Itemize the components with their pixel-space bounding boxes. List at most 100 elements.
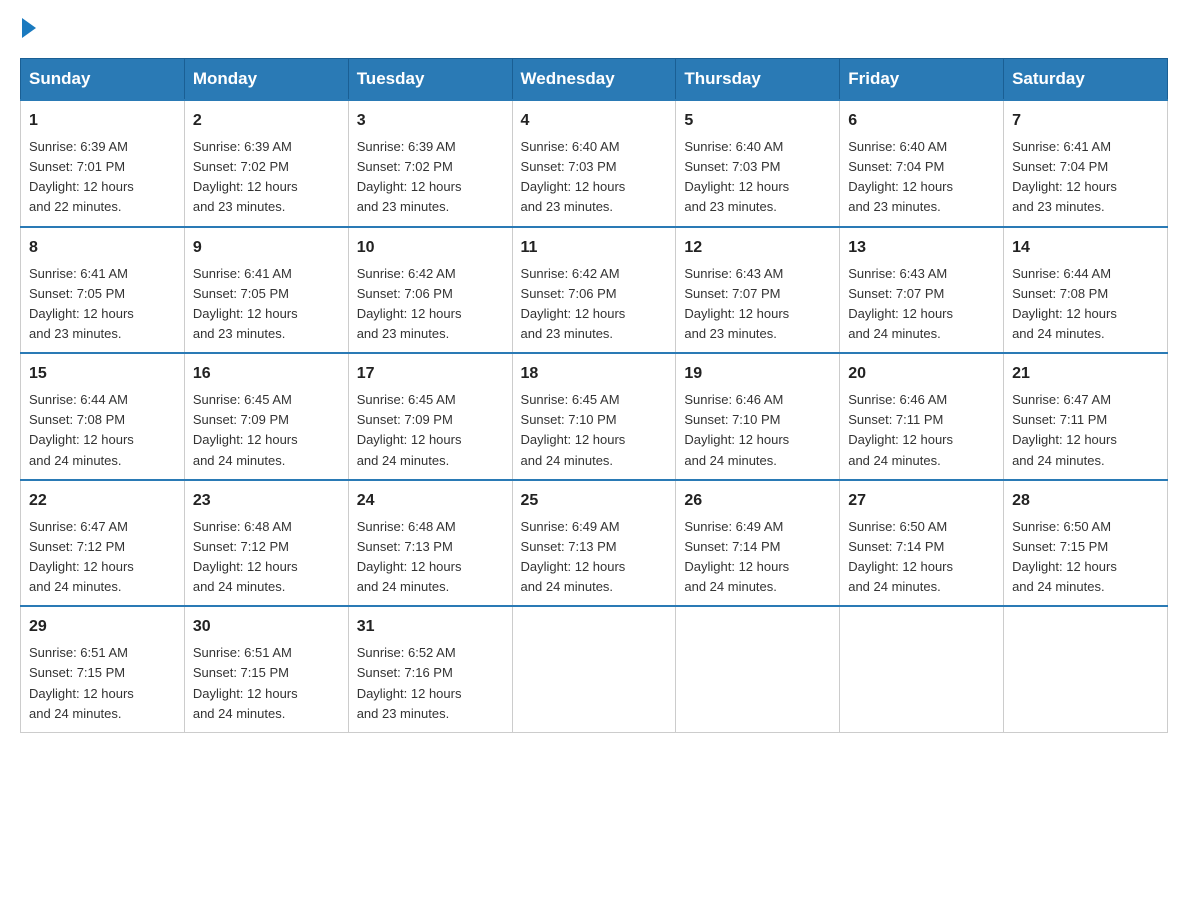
calendar-cell: 27 Sunrise: 6:50 AMSunset: 7:14 PMDayligh…	[840, 480, 1004, 607]
day-number: 25	[521, 489, 668, 513]
calendar-cell: 4 Sunrise: 6:40 AMSunset: 7:03 PMDaylight…	[512, 100, 676, 227]
day-info: Sunrise: 6:42 AMSunset: 7:06 PMDaylight:…	[521, 266, 626, 341]
calendar-week-row: 29 Sunrise: 6:51 AMSunset: 7:15 PMDayligh…	[21, 606, 1168, 732]
weekday-header-tuesday: Tuesday	[348, 59, 512, 101]
calendar-cell: 8Sunrise: 6:41 AMSunset: 7:05 PMDaylight…	[21, 227, 185, 354]
calendar-cell: 30 Sunrise: 6:51 AMSunset: 7:15 PMDayligh…	[184, 606, 348, 732]
day-info: Sunrise: 6:49 AMSunset: 7:13 PMDaylight:…	[521, 519, 626, 594]
day-number: 27	[848, 489, 995, 513]
day-number: 30	[193, 615, 340, 639]
day-number: 16	[193, 362, 340, 386]
day-number: 22	[29, 489, 176, 513]
calendar-week-row: 8Sunrise: 6:41 AMSunset: 7:05 PMDaylight…	[21, 227, 1168, 354]
calendar-cell: 11 Sunrise: 6:42 AMSunset: 7:06 PMDayligh…	[512, 227, 676, 354]
day-info: Sunrise: 6:39 AMSunset: 7:02 PMDaylight:…	[193, 139, 298, 214]
day-info: Sunrise: 6:42 AMSunset: 7:06 PMDaylight:…	[357, 266, 462, 341]
day-info: Sunrise: 6:43 AMSunset: 7:07 PMDaylight:…	[684, 266, 789, 341]
day-info: Sunrise: 6:44 AMSunset: 7:08 PMDaylight:…	[1012, 266, 1117, 341]
calendar-cell: 15 Sunrise: 6:44 AMSunset: 7:08 PMDayligh…	[21, 353, 185, 480]
calendar-cell: 12 Sunrise: 6:43 AMSunset: 7:07 PMDayligh…	[676, 227, 840, 354]
day-info: Sunrise: 6:51 AMSunset: 7:15 PMDaylight:…	[193, 645, 298, 720]
day-info: Sunrise: 6:39 AMSunset: 7:01 PMDaylight:…	[29, 139, 134, 214]
day-number: 8	[29, 236, 176, 260]
day-info: Sunrise: 6:41 AMSunset: 7:04 PMDaylight:…	[1012, 139, 1117, 214]
weekday-header-wednesday: Wednesday	[512, 59, 676, 101]
calendar-header: SundayMondayTuesdayWednesdayThursdayFrid…	[21, 59, 1168, 101]
logo	[20, 20, 36, 38]
calendar-cell: 19 Sunrise: 6:46 AMSunset: 7:10 PMDayligh…	[676, 353, 840, 480]
day-info: Sunrise: 6:50 AMSunset: 7:14 PMDaylight:…	[848, 519, 953, 594]
day-info: Sunrise: 6:47 AMSunset: 7:12 PMDaylight:…	[29, 519, 134, 594]
calendar-cell: 18 Sunrise: 6:45 AMSunset: 7:10 PMDayligh…	[512, 353, 676, 480]
calendar-week-row: 22 Sunrise: 6:47 AMSunset: 7:12 PMDayligh…	[21, 480, 1168, 607]
day-number: 4	[521, 109, 668, 133]
day-info: Sunrise: 6:49 AMSunset: 7:14 PMDaylight:…	[684, 519, 789, 594]
calendar-cell: 25 Sunrise: 6:49 AMSunset: 7:13 PMDayligh…	[512, 480, 676, 607]
calendar-cell: 1 Sunrise: 6:39 AMSunset: 7:01 PMDaylight…	[21, 100, 185, 227]
day-number: 24	[357, 489, 504, 513]
day-number: 7	[1012, 109, 1159, 133]
day-info: Sunrise: 6:51 AMSunset: 7:15 PMDaylight:…	[29, 645, 134, 720]
weekday-header-sunday: Sunday	[21, 59, 185, 101]
calendar-cell: 9Sunrise: 6:41 AMSunset: 7:05 PMDaylight…	[184, 227, 348, 354]
calendar-cell: 3 Sunrise: 6:39 AMSunset: 7:02 PMDaylight…	[348, 100, 512, 227]
day-info: Sunrise: 6:47 AMSunset: 7:11 PMDaylight:…	[1012, 392, 1117, 467]
calendar-week-row: 15 Sunrise: 6:44 AMSunset: 7:08 PMDayligh…	[21, 353, 1168, 480]
day-number: 21	[1012, 362, 1159, 386]
day-number: 11	[521, 236, 668, 260]
calendar-cell: 10 Sunrise: 6:42 AMSunset: 7:06 PMDayligh…	[348, 227, 512, 354]
calendar-cell	[676, 606, 840, 732]
day-info: Sunrise: 6:46 AMSunset: 7:10 PMDaylight:…	[684, 392, 789, 467]
day-number: 5	[684, 109, 831, 133]
calendar-cell: 6Sunrise: 6:40 AMSunset: 7:04 PMDaylight…	[840, 100, 1004, 227]
day-info: Sunrise: 6:50 AMSunset: 7:15 PMDaylight:…	[1012, 519, 1117, 594]
calendar-cell: 26Sunrise: 6:49 AMSunset: 7:14 PMDayligh…	[676, 480, 840, 607]
calendar-cell: 5 Sunrise: 6:40 AMSunset: 7:03 PMDaylight…	[676, 100, 840, 227]
day-number: 14	[1012, 236, 1159, 260]
calendar-cell	[1004, 606, 1168, 732]
calendar-cell: 20Sunrise: 6:46 AMSunset: 7:11 PMDayligh…	[840, 353, 1004, 480]
day-info: Sunrise: 6:40 AMSunset: 7:03 PMDaylight:…	[521, 139, 626, 214]
weekday-header-row: SundayMondayTuesdayWednesdayThursdayFrid…	[21, 59, 1168, 101]
logo-arrow-icon	[22, 18, 36, 38]
day-number: 31	[357, 615, 504, 639]
day-number: 13	[848, 236, 995, 260]
calendar-cell: 7 Sunrise: 6:41 AMSunset: 7:04 PMDaylight…	[1004, 100, 1168, 227]
day-info: Sunrise: 6:45 AMSunset: 7:10 PMDaylight:…	[521, 392, 626, 467]
day-number: 18	[521, 362, 668, 386]
weekday-header-thursday: Thursday	[676, 59, 840, 101]
calendar-body: 1 Sunrise: 6:39 AMSunset: 7:01 PMDaylight…	[21, 100, 1168, 732]
day-number: 3	[357, 109, 504, 133]
calendar-cell: 23 Sunrise: 6:48 AMSunset: 7:12 PMDayligh…	[184, 480, 348, 607]
calendar-cell: 24Sunrise: 6:48 AMSunset: 7:13 PMDayligh…	[348, 480, 512, 607]
day-number: 23	[193, 489, 340, 513]
day-number: 19	[684, 362, 831, 386]
day-info: Sunrise: 6:39 AMSunset: 7:02 PMDaylight:…	[357, 139, 462, 214]
weekday-header-monday: Monday	[184, 59, 348, 101]
calendar-cell: 16 Sunrise: 6:45 AMSunset: 7:09 PMDayligh…	[184, 353, 348, 480]
day-info: Sunrise: 6:45 AMSunset: 7:09 PMDaylight:…	[193, 392, 298, 467]
calendar-week-row: 1 Sunrise: 6:39 AMSunset: 7:01 PMDaylight…	[21, 100, 1168, 227]
weekday-header-saturday: Saturday	[1004, 59, 1168, 101]
calendar-cell: 31Sunrise: 6:52 AMSunset: 7:16 PMDayligh…	[348, 606, 512, 732]
weekday-header-friday: Friday	[840, 59, 1004, 101]
day-number: 9	[193, 236, 340, 260]
day-number: 29	[29, 615, 176, 639]
day-number: 10	[357, 236, 504, 260]
calendar-cell: 21 Sunrise: 6:47 AMSunset: 7:11 PMDayligh…	[1004, 353, 1168, 480]
calendar-cell: 13Sunrise: 6:43 AMSunset: 7:07 PMDayligh…	[840, 227, 1004, 354]
day-info: Sunrise: 6:40 AMSunset: 7:03 PMDaylight:…	[684, 139, 789, 214]
calendar-cell: 28Sunrise: 6:50 AMSunset: 7:15 PMDayligh…	[1004, 480, 1168, 607]
day-number: 15	[29, 362, 176, 386]
calendar-cell: 17Sunrise: 6:45 AMSunset: 7:09 PMDayligh…	[348, 353, 512, 480]
calendar-cell	[512, 606, 676, 732]
day-info: Sunrise: 6:48 AMSunset: 7:12 PMDaylight:…	[193, 519, 298, 594]
day-number: 17	[357, 362, 504, 386]
calendar-cell	[840, 606, 1004, 732]
calendar-cell: 2Sunrise: 6:39 AMSunset: 7:02 PMDaylight…	[184, 100, 348, 227]
day-info: Sunrise: 6:46 AMSunset: 7:11 PMDaylight:…	[848, 392, 953, 467]
page-header	[20, 20, 1168, 38]
day-number: 12	[684, 236, 831, 260]
day-number: 1	[29, 109, 176, 133]
day-info: Sunrise: 6:44 AMSunset: 7:08 PMDaylight:…	[29, 392, 134, 467]
